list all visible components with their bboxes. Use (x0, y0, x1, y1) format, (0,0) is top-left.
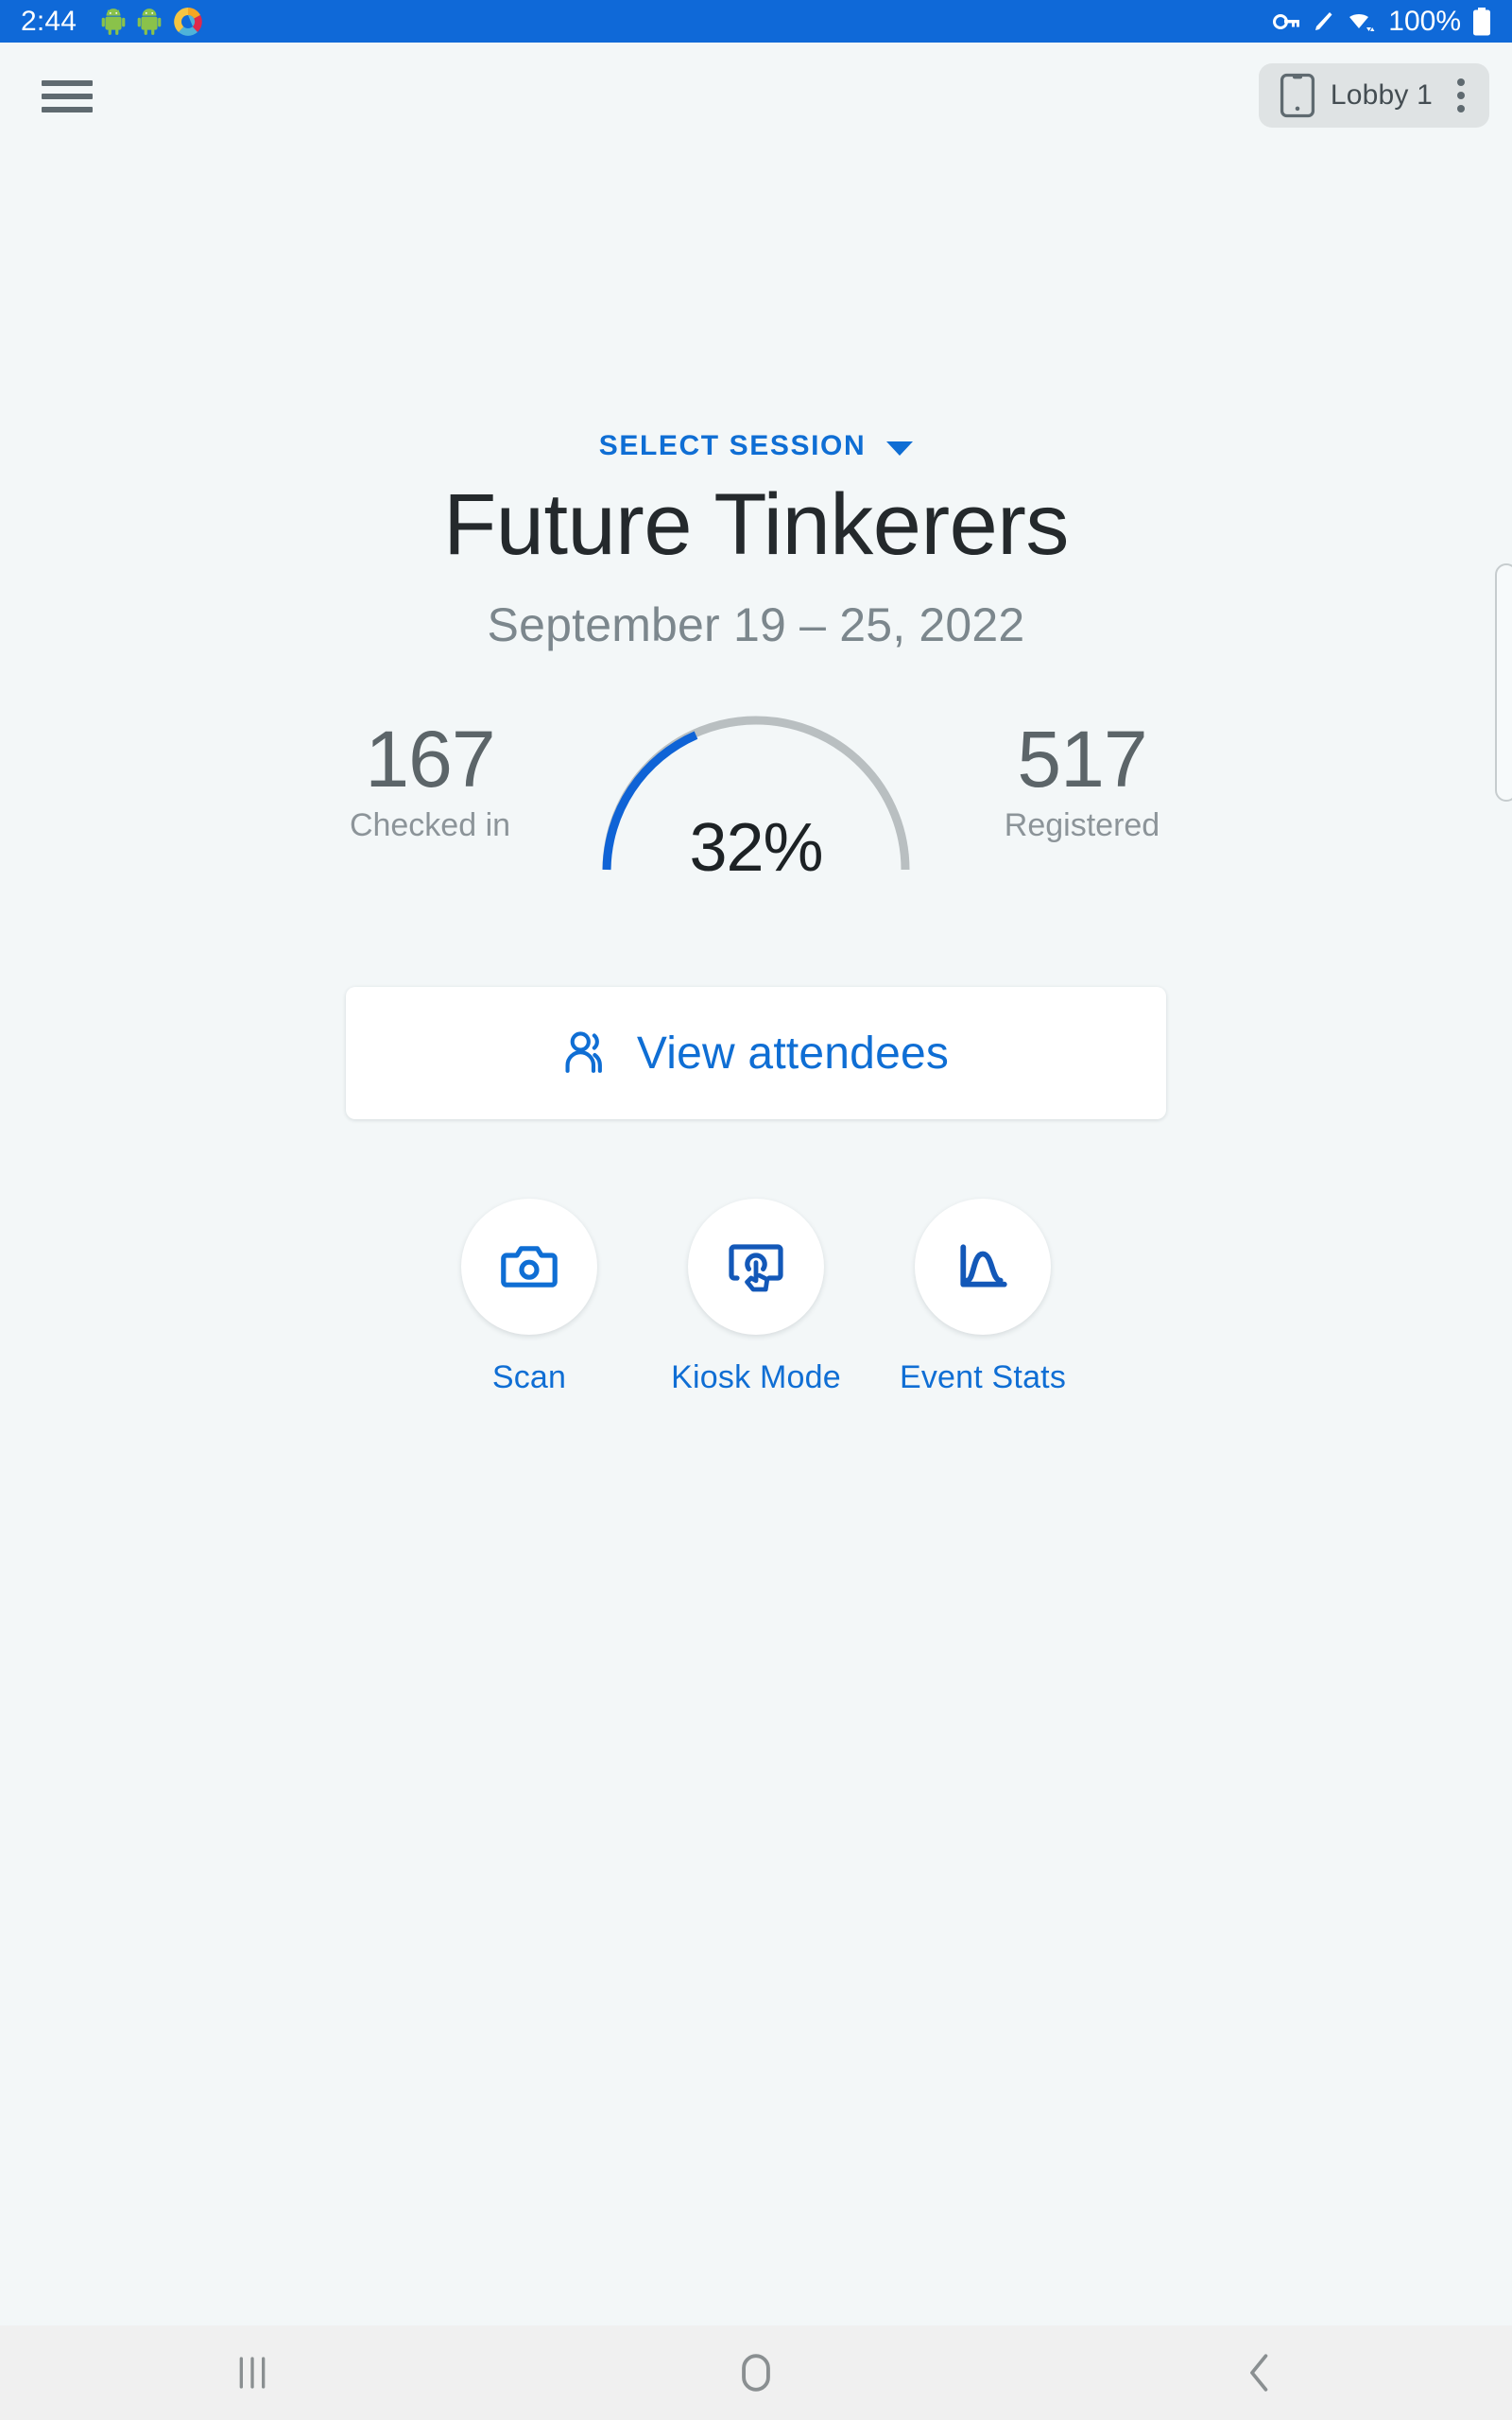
home-button[interactable] (504, 2353, 1007, 2393)
hamburger-line (42, 80, 93, 86)
kiosk-mode-action[interactable]: Kiosk Mode (652, 1199, 860, 1396)
select-session-label: SELECT SESSION (598, 430, 867, 461)
event-stats-button[interactable] (915, 1199, 1051, 1336)
stats-curve-icon (955, 1241, 1010, 1292)
app-screen: 2:44 100% Lobby 1 SELECT SESSION Future … (0, 0, 1512, 2420)
page-title: Future Tinkerers (443, 476, 1069, 573)
device-chip-label: Lobby 1 (1330, 79, 1433, 111)
camera-icon (501, 1241, 558, 1292)
status-bar-clock: 2:44 (21, 5, 77, 37)
wifi-icon (1345, 9, 1375, 34)
view-attendees-button[interactable]: View attendees (346, 987, 1166, 1120)
android-icon (137, 8, 162, 36)
event-dates: September 19 – 25, 2022 (487, 598, 1025, 652)
registered-value: 517 (1017, 715, 1147, 804)
app-bar: Lobby 1 (0, 43, 1512, 147)
dot (1457, 105, 1465, 112)
main-content: SELECT SESSION Future Tinkerers Septembe… (0, 147, 1512, 1396)
recents-button[interactable] (0, 2354, 504, 2392)
scan-label: Scan (491, 1359, 567, 1396)
quick-actions: Scan Kiosk Mode Event Stats (425, 1199, 1087, 1396)
select-session-button[interactable]: SELECT SESSION (598, 430, 914, 462)
scan-action[interactable]: Scan (425, 1199, 633, 1396)
event-stats-label: Event Stats (899, 1359, 1067, 1396)
pinwheel-icon (173, 7, 203, 37)
kiosk-mode-label: Kiosk Mode (671, 1359, 841, 1396)
kiosk-touch-icon (728, 1240, 784, 1293)
event-stats-action[interactable]: Event Stats (879, 1199, 1087, 1396)
hamburger-line (42, 94, 93, 99)
status-bar-left: 2:44 (21, 7, 203, 37)
hamburger-menu-icon[interactable] (42, 77, 94, 116)
more-vertical-icon[interactable] (1448, 78, 1474, 112)
battery-icon (1472, 7, 1491, 36)
gauge-percent-label: 32% (689, 810, 823, 887)
hamburger-line (42, 107, 93, 112)
android-icon (101, 8, 126, 36)
chevron-down-icon (886, 441, 914, 456)
battery-percent-label: 100% (1388, 5, 1461, 37)
status-bar: 2:44 100% (0, 0, 1512, 43)
android-nav-bar (0, 2325, 1512, 2420)
dot (1457, 92, 1465, 99)
home-icon (742, 2354, 770, 2392)
back-button[interactable] (1008, 2353, 1512, 2393)
status-bar-right: 100% (1273, 5, 1491, 37)
people-group-icon (563, 1030, 612, 1076)
scan-button[interactable] (461, 1199, 597, 1336)
tablet-device-icon (1280, 73, 1315, 118)
recents-icon (239, 2357, 265, 2389)
view-attendees-label: View attendees (636, 1028, 950, 1079)
checkin-gauge: 167 Checked in 517 Registered 32% (0, 701, 1512, 890)
vpn-key-icon (1273, 11, 1301, 32)
checked-in-value: 167 (365, 715, 495, 804)
back-chevron-icon (1250, 2354, 1268, 2392)
pencil-icon (1313, 10, 1333, 33)
device-chip[interactable]: Lobby 1 (1258, 63, 1489, 128)
dot (1457, 78, 1465, 86)
kiosk-mode-button[interactable] (688, 1199, 824, 1336)
edge-panel-handle[interactable] (1495, 563, 1512, 802)
